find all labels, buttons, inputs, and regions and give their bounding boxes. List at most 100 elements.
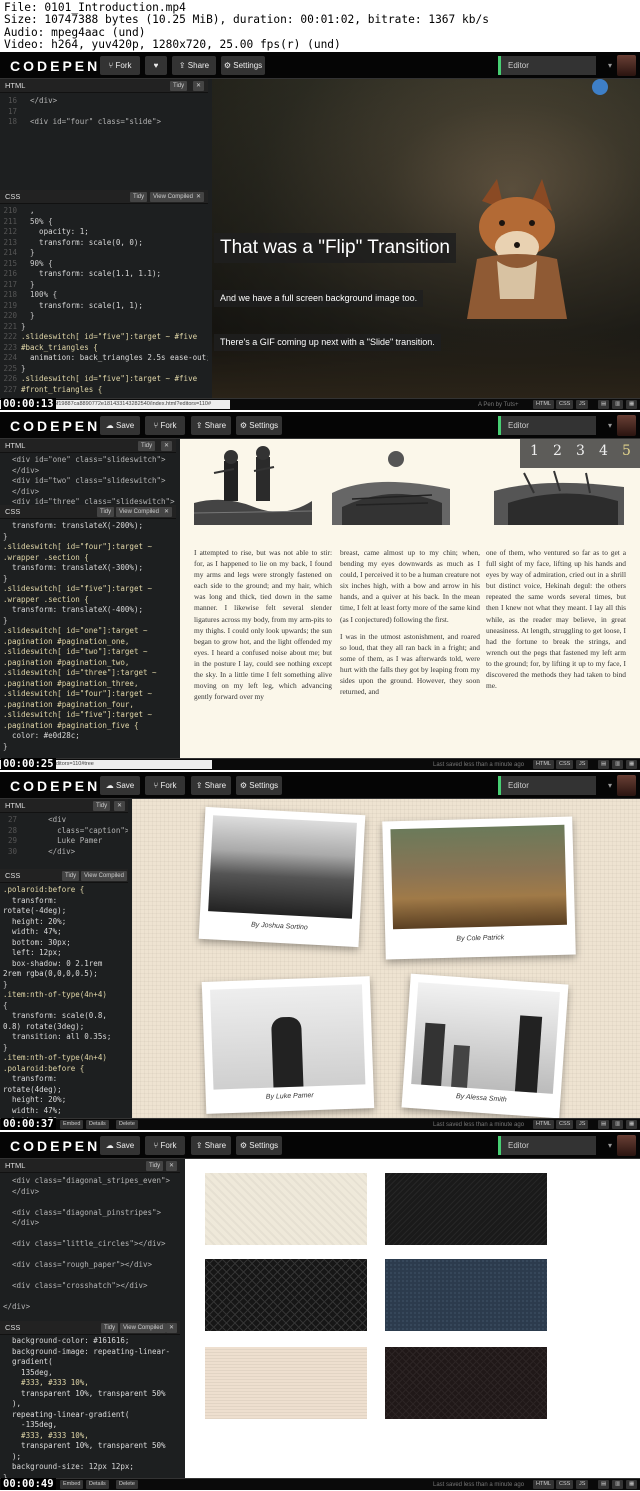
preview-pane[interactable]: That was a "Flip" Transition And we have… [212,79,640,398]
share-button[interactable]: ⇪ Share [191,1136,231,1155]
code-line[interactable]: transform: translateX(-300%); [3,563,176,574]
js-toggle[interactable]: JS [576,760,589,769]
code-line[interactable]: .pagination #pagination_five { [3,721,176,732]
avatar[interactable] [617,1135,636,1156]
html-editor[interactable]: <div id="one" class="slideswitch"> </div… [0,453,176,505]
code-line[interactable]: repeating-linear-gradient( [3,1410,180,1421]
tidy-button[interactable]: Tidy [93,801,111,811]
view-compiled-button[interactable]: View Compiled [81,871,127,881]
view-selector[interactable]: Editor [498,1136,596,1155]
html-editor[interactable]: 27 <div 28 class="caption">By 29 Luke Pame… [0,813,128,869]
pattern-swatch[interactable] [205,1347,367,1419]
code-line[interactable]: ); [3,1452,180,1463]
code-line[interactable]: <div class="rough_paper"></div> [3,1260,180,1271]
code-line[interactable]: transform: translateX(-200%); [3,521,176,532]
code-line[interactable]: .slideswitch[ id="one"]:target ~ [3,626,176,637]
heart-button[interactable]: ♥ [145,56,167,75]
code-line[interactable]: 213 transform: scale(0, 0); [3,238,208,249]
share-button[interactable]: ⇪ Share [172,56,216,75]
code-line[interactable]: width: 47%; [3,1106,128,1117]
close-icon[interactable]: ✕ [193,81,205,91]
code-line[interactable]: 27 <div [3,815,128,826]
code-line[interactable]: gradient( [3,1357,180,1368]
tidy-button[interactable]: Tidy [97,507,115,517]
layout-icon[interactable]: ▥ [612,760,624,769]
layout-icon[interactable]: ▥ [612,400,624,409]
pagination-four[interactable]: 4 [599,443,608,459]
details-button[interactable]: Details [86,1480,109,1489]
code-line[interactable]: 2rem rgba(0,0,0,0.5); [3,969,128,980]
code-line[interactable]: .slideswitch[ id="two"]:target ~ [3,647,176,658]
pattern-swatch[interactable] [205,1259,367,1331]
embed-button[interactable]: Embed [60,1480,84,1489]
code-line[interactable]: 222 .slideswitch[ id="five"]:target ~ #fi… [3,332,208,343]
code-line[interactable]: -135deg, [3,1420,180,1431]
code-line[interactable]: .slideswitch[ id="four"]:target ~ [3,689,176,700]
code-line[interactable] [3,1229,180,1240]
code-line[interactable] [3,1271,180,1282]
chevron-down-icon[interactable]: ▾ [608,776,612,795]
css-editor[interactable]: background-color: #161616; background-im… [0,1335,180,1478]
code-line[interactable]: background-color: #161616; [3,1336,180,1347]
share-button[interactable]: ⇪ Share [191,416,231,435]
chevron-down-icon[interactable]: ▾ [608,56,612,75]
code-line[interactable]: 214 } [3,248,208,259]
code-line[interactable]: 223 #back_triangles { [3,343,208,354]
code-line[interactable]: .pagination #pagination_four, [3,700,176,711]
code-line[interactable]: 18 <div id="four" class="slide"> [3,117,208,128]
layout-icon[interactable]: ▦ [626,760,638,769]
fork-button[interactable]: ⑂ Fork [145,1136,185,1155]
code-line[interactable]: } [3,532,176,543]
view-compiled-button[interactable]: View Compiled [116,507,162,517]
js-toggle[interactable]: JS [576,400,589,409]
code-line[interactable]: transition: all 0.35s; [3,1032,128,1043]
settings-button[interactable]: ⚙ Settings [221,56,265,75]
code-line[interactable]: } [3,742,176,753]
preview-pane[interactable]: 1 2 3 4 5 I attempted to rise, but was n… [180,439,640,758]
code-line[interactable]: .slideswitch[ id="five"]:target ~ [3,584,176,595]
pagination-five[interactable]: 5 [622,443,631,459]
code-line[interactable]: .polaroid:before { [3,1064,128,1075]
layout-icon[interactable]: ▤ [598,1120,610,1129]
polaroid-card[interactable]: By Alessa Smith [401,973,569,1118]
view-selector[interactable]: Editor [498,416,596,435]
polaroid-card[interactable]: By Luke Pamer [201,976,375,1114]
html-toggle[interactable]: HTML [533,400,554,409]
code-line[interactable] [3,1197,180,1208]
code-line[interactable]: <div class="little_circles"></div> [3,1239,180,1250]
delete-button[interactable]: Delete [116,1480,138,1489]
code-line[interactable]: 29 Luke Pamer [3,836,128,847]
code-line[interactable]: <div id="one" class="slideswitch"> [3,455,176,466]
css-editor[interactable]: .polaroid:before { transform: rotate(-4de… [0,883,128,1118]
code-line[interactable]: </div> [3,466,176,477]
js-toggle[interactable]: JS [576,1480,589,1489]
code-line[interactable]: 224 animation: back_triangles 2.5s ease-… [3,353,208,364]
layout-icon[interactable]: ▤ [598,1480,610,1489]
save-button[interactable]: ☁ Save [100,1136,140,1155]
code-line[interactable]: 226 .slideswitch[ id="five"]:target ~ #fi… [3,374,208,385]
code-line[interactable]: transform: scale(0.8, [3,1011,128,1022]
js-toggle[interactable]: JS [576,1120,589,1129]
code-line[interactable]: 135deg, [3,1368,180,1379]
code-line[interactable]: .pagination #pagination_three, [3,679,176,690]
pattern-swatch[interactable] [205,1173,367,1245]
css-editor[interactable]: 210 , 211 50% {212 opacity: 1; 213 transfo… [0,204,208,396]
fork-button[interactable]: ⑂ Fork [145,776,185,795]
settings-button[interactable]: ⚙ Settings [236,776,282,795]
code-line[interactable]: 28 class="caption">By [3,826,128,837]
css-toggle[interactable]: CSS [556,1120,574,1129]
code-line[interactable]: .polaroid:before { [3,885,128,896]
code-line[interactable]: left: 12px; [3,948,128,959]
code-line[interactable]: transform: translateX(-400%); [3,605,176,616]
close-icon[interactable]: ✕ [161,507,173,517]
code-line[interactable]: } [3,574,176,585]
close-icon[interactable]: ✕ [166,1323,178,1333]
layout-icon[interactable]: ▥ [612,1120,624,1129]
code-line[interactable]: box-shadow: 0 2.1rem [3,959,128,970]
code-line[interactable]: } [3,980,128,991]
avatar[interactable] [617,775,636,796]
view-selector[interactable]: Editor [498,56,596,75]
code-line[interactable]: .slideswitch[ id="four"]:target ~ [3,542,176,553]
layout-icon[interactable]: ▥ [612,1480,624,1489]
html-toggle[interactable]: HTML [533,1120,554,1129]
